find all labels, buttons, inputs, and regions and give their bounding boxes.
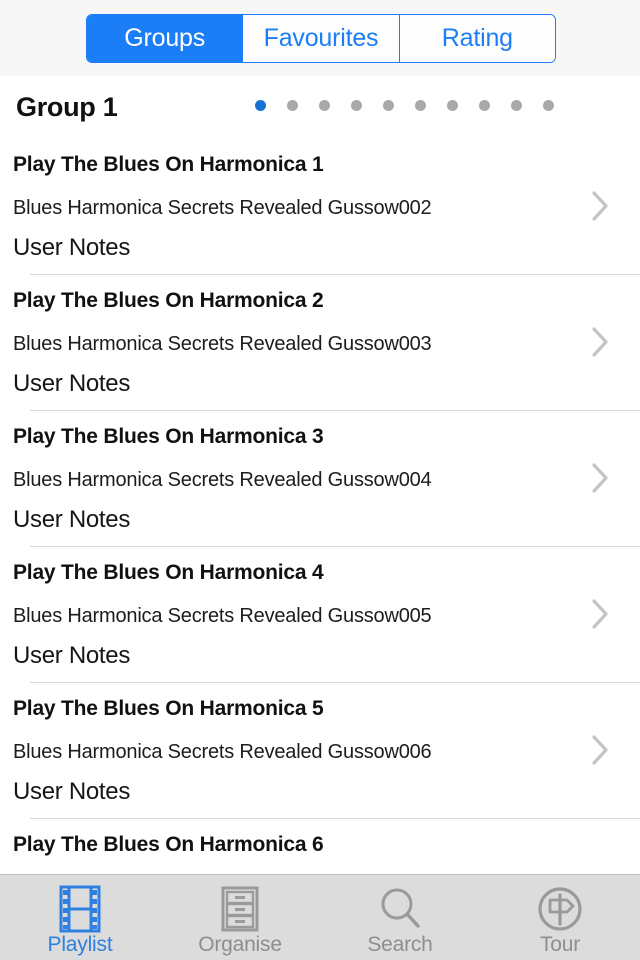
row-separator — [30, 410, 640, 411]
chevron-right-icon[interactable] — [590, 596, 612, 632]
row-user-notes: User Notes — [13, 642, 131, 669]
tab-search[interactable]: Search — [320, 875, 480, 960]
filing-cabinet-icon — [217, 884, 263, 934]
segment-favourites[interactable]: Favourites — [243, 15, 400, 62]
row-title: Play The Blues On Harmonica 2 — [13, 289, 324, 312]
tab-label: Tour — [539, 933, 581, 956]
row-user-notes: User Notes — [13, 234, 131, 261]
film-strip-icon — [57, 884, 103, 934]
segment-rating[interactable]: Rating — [399, 15, 555, 62]
table-row[interactable]: Play The Blues On Harmonica 6 — [0, 818, 640, 874]
row-title: Play The Blues On Harmonica 6 — [13, 833, 324, 856]
chevron-right-icon[interactable] — [590, 324, 612, 360]
table-row[interactable]: Play The Blues On Harmonica 3 Blues Harm… — [0, 410, 640, 546]
row-subtitle: Blues Harmonica Secrets Revealed Gussow0… — [13, 197, 432, 219]
tab-organise[interactable]: Organise — [160, 875, 320, 960]
page-dots[interactable] — [255, 100, 554, 111]
row-user-notes: User Notes — [13, 506, 131, 533]
magnifier-icon — [377, 884, 423, 934]
page-dot-5[interactable] — [383, 100, 394, 111]
row-title: Play The Blues On Harmonica 1 — [13, 153, 324, 176]
chevron-right-icon[interactable] — [590, 732, 612, 768]
page-dot-6[interactable] — [415, 100, 426, 111]
page-dot-8[interactable] — [479, 100, 490, 111]
chevron-right-icon[interactable] — [590, 188, 612, 224]
segmented-control[interactable]: Groups Favourites Rating — [86, 14, 556, 63]
row-separator — [30, 818, 640, 819]
page-dot-7[interactable] — [447, 100, 458, 111]
tab-tour[interactable]: Tour — [480, 875, 640, 960]
tab-playlist[interactable]: Playlist — [0, 875, 160, 960]
app-screen: Groups Favourites Rating Group 1 Play Th… — [0, 0, 640, 960]
row-separator — [30, 546, 640, 547]
signpost-circle-icon — [536, 884, 584, 934]
row-title: Play The Blues On Harmonica 4 — [13, 561, 324, 584]
table-row[interactable]: Play The Blues On Harmonica 1 Blues Harm… — [0, 138, 640, 274]
table-row[interactable]: Play The Blues On Harmonica 2 Blues Harm… — [0, 274, 640, 410]
table-row[interactable]: Play The Blues On Harmonica 4 Blues Harm… — [0, 546, 640, 682]
tab-bar: Playlist Organise Search Tour — [0, 874, 640, 960]
tab-label: Organise — [198, 933, 282, 956]
page-dot-4[interactable] — [351, 100, 362, 111]
chevron-right-icon[interactable] — [590, 460, 612, 496]
page-dot-3[interactable] — [319, 100, 330, 111]
playlist-list[interactable]: Play The Blues On Harmonica 1 Blues Harm… — [0, 138, 640, 874]
row-separator — [30, 682, 640, 683]
row-subtitle: Blues Harmonica Secrets Revealed Gussow0… — [13, 333, 432, 355]
page-dot-2[interactable] — [287, 100, 298, 111]
page-dot-10[interactable] — [543, 100, 554, 111]
tab-label: Playlist — [47, 933, 113, 956]
row-user-notes: User Notes — [13, 778, 131, 805]
row-separator — [30, 274, 640, 275]
table-row[interactable]: Play The Blues On Harmonica 5 Blues Harm… — [0, 682, 640, 818]
group-header: Group 1 — [0, 76, 640, 138]
row-title: Play The Blues On Harmonica 3 — [13, 425, 324, 448]
group-title: Group 1 — [16, 92, 118, 122]
row-user-notes: User Notes — [13, 370, 131, 397]
segment-groups[interactable]: Groups — [87, 15, 244, 62]
tab-label: Search — [367, 933, 433, 956]
page-dot-9[interactable] — [511, 100, 522, 111]
row-title: Play The Blues On Harmonica 5 — [13, 697, 324, 720]
row-subtitle: Blues Harmonica Secrets Revealed Gussow0… — [13, 741, 432, 763]
page-dot-1[interactable] — [255, 100, 266, 111]
row-subtitle: Blues Harmonica Secrets Revealed Gussow0… — [13, 469, 432, 491]
top-bar: Groups Favourites Rating — [0, 0, 640, 76]
row-subtitle: Blues Harmonica Secrets Revealed Gussow0… — [13, 605, 432, 627]
